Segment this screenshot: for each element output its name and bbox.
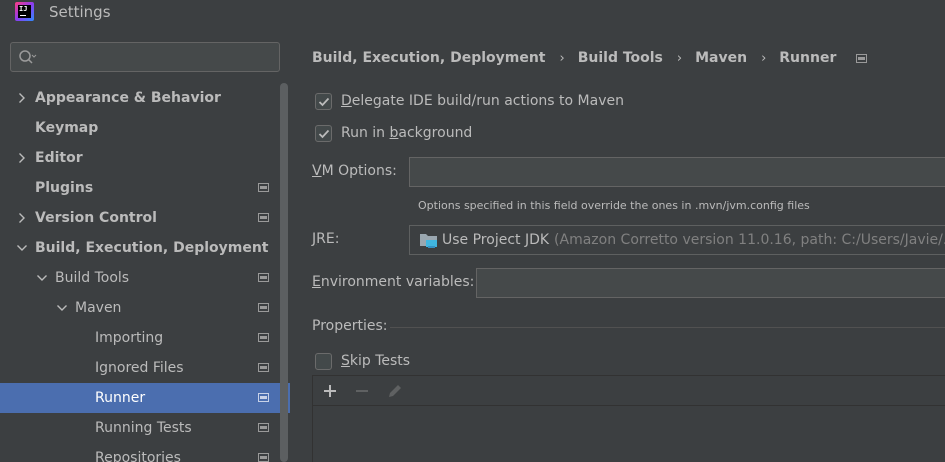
properties-toolbar xyxy=(313,376,945,406)
chevron-right-icon[interactable] xyxy=(16,152,28,164)
sidebar-item-label: Repositories xyxy=(95,450,181,462)
title-bar: IJ Settings xyxy=(0,0,945,25)
sidebar-item-label: Keymap xyxy=(35,120,99,136)
sidebar-item-plugins[interactable]: Plugins xyxy=(0,173,278,203)
sidebar-item-keymap[interactable]: Keymap xyxy=(0,113,278,143)
sidebar-item-label: Runner xyxy=(95,390,146,406)
minus-icon[interactable] xyxy=(353,382,371,400)
project-scope-icon xyxy=(258,273,269,282)
sidebar-item-ignored-files[interactable]: Ignored Files xyxy=(0,353,278,383)
jre-label: JRE: xyxy=(312,231,340,247)
chevron-down-icon[interactable] xyxy=(36,272,48,284)
sidebar-item-repositories[interactable]: Repositories xyxy=(0,443,278,462)
vm-options-label: VM Options: xyxy=(312,163,397,179)
environment-variables-field[interactable] xyxy=(476,268,945,298)
sidebar-item-importing[interactable]: Importing xyxy=(0,323,278,353)
sidebar-item-editor[interactable]: Editor xyxy=(0,143,278,173)
project-scope-icon xyxy=(856,53,868,63)
chevron-down-icon[interactable] xyxy=(56,302,68,314)
sidebar-item-version-control[interactable]: Version Control xyxy=(0,203,278,233)
properties-label: Properties: xyxy=(312,318,388,334)
properties-separator xyxy=(390,327,945,328)
delegate-checkbox-row[interactable]: Delegate IDE build/run actions to Maven xyxy=(315,90,624,112)
chevron-down-icon[interactable] xyxy=(16,242,28,254)
sidebar-item-label: Ignored Files xyxy=(95,360,184,376)
run-in-background-checkbox[interactable] xyxy=(315,124,332,142)
properties-table[interactable] xyxy=(312,375,945,462)
delegate-checkbox[interactable] xyxy=(315,92,332,110)
jre-detail: (Amazon Corretto version 11.0.16, path: … xyxy=(554,232,945,248)
project-scope-icon xyxy=(258,333,269,342)
sidebar-item-running-tests[interactable]: Running Tests xyxy=(0,413,278,443)
settings-tree-panel: Appearance & Behavior Keymap Editor Plugins… xyxy=(0,25,290,462)
runner-settings-panel: Build, Execution, Deployment › Build Tools… xyxy=(290,25,945,462)
breadcrumb-item[interactable]: Build, Execution, Deployment xyxy=(312,50,546,66)
sidebar-item-label: Build Tools xyxy=(55,270,130,286)
plus-icon[interactable] xyxy=(321,382,339,400)
project-scope-icon xyxy=(258,183,269,192)
skip-tests-checkbox[interactable] xyxy=(315,352,332,370)
sidebar-item-label: Running Tests xyxy=(95,420,192,436)
project-scope-icon xyxy=(258,393,269,402)
pencil-icon[interactable] xyxy=(386,382,404,400)
sidebar-item-label: Importing xyxy=(95,330,164,346)
breadcrumb-item[interactable]: Runner xyxy=(779,50,836,66)
breadcrumb-separator: › xyxy=(676,50,683,66)
sidebar-item-label: Plugins xyxy=(35,180,94,196)
window-title: Settings xyxy=(49,3,111,21)
project-scope-icon xyxy=(258,453,269,462)
environment-variables-label: Environment variables: xyxy=(312,274,475,290)
search-input[interactable] xyxy=(41,45,275,69)
project-scope-icon xyxy=(258,363,269,372)
skip-tests-label: Skip Tests xyxy=(341,353,411,369)
background-checkbox-row[interactable]: Run in background xyxy=(315,122,472,144)
jre-selected-value: Use Project JDK xyxy=(442,232,550,248)
sidebar-item-appearance-behavior[interactable]: Appearance & Behavior xyxy=(0,83,278,113)
intellij-logo-icon: IJ xyxy=(15,2,34,21)
settings-search-box[interactable] xyxy=(10,42,280,72)
breadcrumb-item[interactable]: Maven xyxy=(695,50,747,66)
sidebar-item-label: Build, Execution, Deployment xyxy=(35,240,269,256)
project-scope-icon xyxy=(258,303,269,312)
jdk-folder-icon xyxy=(419,231,439,249)
sidebar-item-label: Maven xyxy=(75,300,122,316)
tree-scrollbar[interactable] xyxy=(280,83,288,462)
sidebar-item-label: Appearance & Behavior xyxy=(35,90,221,106)
breadcrumb-separator: › xyxy=(559,50,565,66)
vm-options-hint: Options specified in this field override… xyxy=(418,199,810,212)
sidebar-item-build-execution-deployment[interactable]: Build, Execution, Deployment xyxy=(0,233,278,263)
vm-options-field[interactable] xyxy=(409,157,945,187)
breadcrumb-separator: › xyxy=(761,50,767,66)
search-icon[interactable] xyxy=(18,49,38,65)
chevron-right-icon[interactable] xyxy=(16,92,28,104)
skip-tests-checkbox-row[interactable]: Skip Tests xyxy=(315,350,410,372)
sidebar-item-runner[interactable]: Runner xyxy=(0,383,290,413)
delegate-label: Delegate IDE build/run actions to Maven xyxy=(341,93,624,109)
project-scope-icon xyxy=(258,423,269,432)
sidebar-item-label: Version Control xyxy=(35,210,157,226)
sidebar-item-maven[interactable]: Maven xyxy=(0,293,278,323)
sidebar-item-label: Editor xyxy=(35,150,83,166)
jre-combobox[interactable]: Use Project JDK (Amazon Corretto version… xyxy=(409,225,945,255)
run-in-background-label: Run in background xyxy=(341,125,473,141)
breadcrumb: Build, Execution, Deployment › Build Tools… xyxy=(312,48,868,68)
project-scope-icon xyxy=(258,213,269,222)
sidebar-item-build-tools[interactable]: Build Tools xyxy=(0,263,278,293)
chevron-right-icon[interactable] xyxy=(16,212,28,224)
breadcrumb-item[interactable]: Build Tools xyxy=(578,50,663,66)
